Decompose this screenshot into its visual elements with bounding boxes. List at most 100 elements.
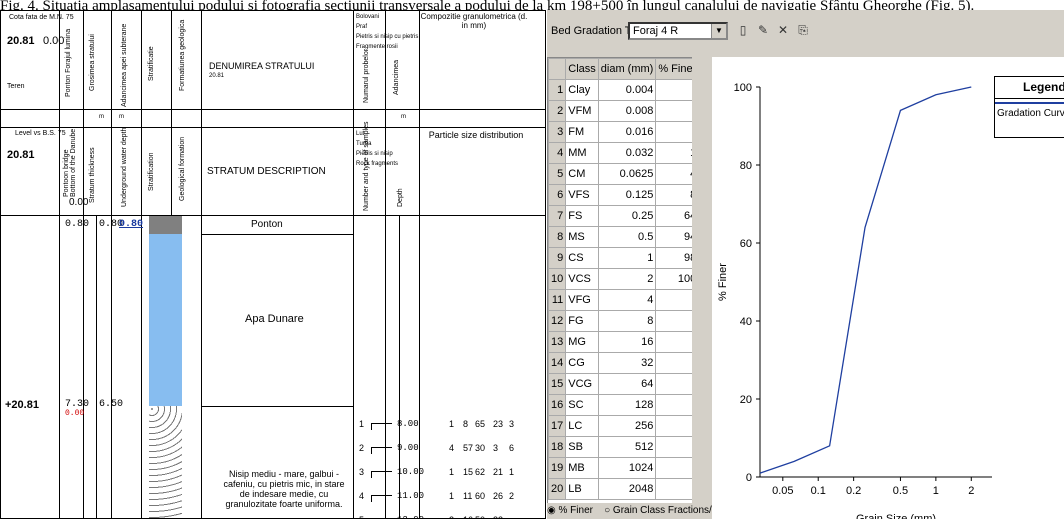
edit-icon[interactable]: ✎ xyxy=(754,21,772,39)
table-row[interactable]: 16 SC 128 xyxy=(548,394,692,416)
cell-class[interactable]: MG xyxy=(565,331,599,353)
cell-finer[interactable]: 94 xyxy=(655,226,692,248)
cell-diam[interactable]: 128 xyxy=(597,394,657,416)
cell-finer[interactable] xyxy=(655,121,692,143)
cell-finer[interactable] xyxy=(655,457,692,479)
cell-finer[interactable] xyxy=(655,415,692,437)
table-row[interactable]: 12 FG 8 xyxy=(548,310,692,332)
cell-diam[interactable]: 0.25 xyxy=(597,205,657,227)
cell-class[interactable]: FG xyxy=(565,310,599,332)
cell-finer[interactable] xyxy=(655,289,692,311)
copy-icon[interactable]: ⎘ xyxy=(794,21,812,39)
new-icon[interactable]: ▯ xyxy=(734,21,752,39)
table-row[interactable]: 11 VFG 4 xyxy=(548,289,692,311)
cell-class[interactable]: Clay xyxy=(565,79,599,101)
cell-diam[interactable]: 0.032 xyxy=(597,142,657,164)
cell-diam[interactable]: 2 xyxy=(597,268,657,290)
table-row[interactable]: 2 VFM 0.008 xyxy=(548,100,692,122)
table-row[interactable]: 18 SB 512 xyxy=(548,436,692,458)
row-number: 4 xyxy=(548,142,567,164)
table-row[interactable]: 13 MG 16 xyxy=(548,331,692,353)
cell-finer[interactable] xyxy=(655,394,692,416)
table-row[interactable]: 14 CG 32 xyxy=(548,352,692,374)
level-label: Level vs B.S. 75 xyxy=(15,130,66,137)
cell-class[interactable]: MB xyxy=(565,457,599,479)
row-number: 12 xyxy=(548,310,567,332)
cell-diam[interactable]: 256 xyxy=(597,415,657,437)
table-row[interactable]: 7FS0.2564 xyxy=(548,205,692,227)
table-row[interactable]: 19 MB 1024 xyxy=(548,457,692,479)
cell-finer[interactable] xyxy=(655,436,692,458)
cell-diam[interactable]: 16 xyxy=(597,331,657,353)
col-divider xyxy=(111,11,112,518)
table-row[interactable]: 9CS198 xyxy=(548,247,692,269)
row-number: 20 xyxy=(548,478,567,500)
table-row[interactable]: 8MS0.594 xyxy=(548,226,692,248)
template-select[interactable]: Foraj 4 R ▼ xyxy=(628,22,728,40)
cell-diam[interactable]: 0.016 xyxy=(597,121,657,143)
radio-finer[interactable]: ◉ % Finer xyxy=(547,505,593,516)
sample-value: 3 xyxy=(493,443,499,453)
cell-finer[interactable] xyxy=(655,331,692,353)
cell-diam[interactable]: 4 xyxy=(597,289,657,311)
cell-diam[interactable]: 1 xyxy=(597,247,657,269)
delete-icon[interactable]: ✕ xyxy=(774,21,792,39)
cell-finer[interactable] xyxy=(655,310,692,332)
chevron-down-icon[interactable]: ▼ xyxy=(711,24,726,38)
table-row[interactable]: 17 LC 256 xyxy=(548,415,692,437)
cell-diam[interactable]: 512 xyxy=(597,436,657,458)
template-value: Foraj 4 R xyxy=(633,25,679,37)
cell-diam[interactable]: 0.004 xyxy=(597,79,657,101)
table-row[interactable]: 6VFS0.1258 xyxy=(548,184,692,206)
cell-diam[interactable]: 1024 xyxy=(597,457,657,479)
table-row[interactable]: 3 FM 0.016 xyxy=(548,121,692,143)
cell-finer[interactable]: 64 xyxy=(655,205,692,227)
cell-class[interactable]: CG xyxy=(565,352,599,374)
cell-finer[interactable] xyxy=(655,373,692,395)
table-row[interactable]: 10VCS2100 xyxy=(548,268,692,290)
cell-class[interactable]: LC xyxy=(565,415,599,437)
cell-class[interactable]: SB xyxy=(565,436,599,458)
cell-class[interactable]: CM xyxy=(565,163,599,185)
sample-value: 1 xyxy=(449,419,455,429)
cell-finer[interactable]: 4 xyxy=(655,163,692,185)
cell-finer[interactable] xyxy=(655,478,692,500)
cell-diam[interactable]: 64 xyxy=(597,373,657,395)
cell-diam[interactable]: 0.125 xyxy=(597,184,657,206)
cell-class[interactable]: MS xyxy=(565,226,599,248)
cell-diam[interactable]: 0.0625 xyxy=(597,163,657,185)
table-row[interactable]: 4MM0.0321 xyxy=(548,142,692,164)
cell-diam[interactable]: 2048 xyxy=(597,478,657,500)
cell-class[interactable]: FM xyxy=(565,121,599,143)
table-row[interactable]: 15 VCG 64 xyxy=(548,373,692,395)
cell-diam[interactable]: 32 xyxy=(597,352,657,374)
cell-diam[interactable]: 0.008 xyxy=(597,100,657,122)
cell-finer[interactable]: 98 xyxy=(655,247,692,269)
cell-finer[interactable] xyxy=(655,79,692,101)
cell-finer[interactable]: 1 xyxy=(655,142,692,164)
legend-en-3: Pietris si nisip xyxy=(356,151,393,157)
table-row[interactable]: 1 Clay 0.004 xyxy=(548,79,692,101)
cell-class[interactable]: CS xyxy=(565,247,599,269)
cell-finer[interactable]: 100 xyxy=(655,268,692,290)
table-row[interactable]: 20 LB 2048 xyxy=(548,478,692,500)
cell-finer[interactable] xyxy=(655,100,692,122)
cell-class[interactable]: VCS xyxy=(565,268,599,290)
cell-class[interactable]: MM xyxy=(565,142,599,164)
table-row[interactable]: 5CM0.06254 xyxy=(548,163,692,185)
cell-finer[interactable]: 8 xyxy=(655,184,692,206)
cell-class[interactable]: FS xyxy=(565,205,599,227)
cell-class[interactable]: VFG xyxy=(565,289,599,311)
cell-diam[interactable]: 0.5 xyxy=(597,226,657,248)
cell-class[interactable]: VFS xyxy=(565,184,599,206)
cell-class[interactable]: SC xyxy=(565,394,599,416)
cota-zero: 0.00 xyxy=(43,35,65,47)
sample-value: 50 xyxy=(475,515,485,518)
cell-finer[interactable] xyxy=(655,352,692,374)
cota-label: Cota fata de M.N. 75 xyxy=(9,14,74,21)
cell-class[interactable]: LB xyxy=(565,478,599,500)
cell-class[interactable]: VFM xyxy=(565,100,599,122)
cell-diam[interactable]: 8 xyxy=(597,310,657,332)
cell-class[interactable]: VCG xyxy=(565,373,599,395)
col-ponton-ro: Ponton Forajul lumina xyxy=(65,28,72,97)
